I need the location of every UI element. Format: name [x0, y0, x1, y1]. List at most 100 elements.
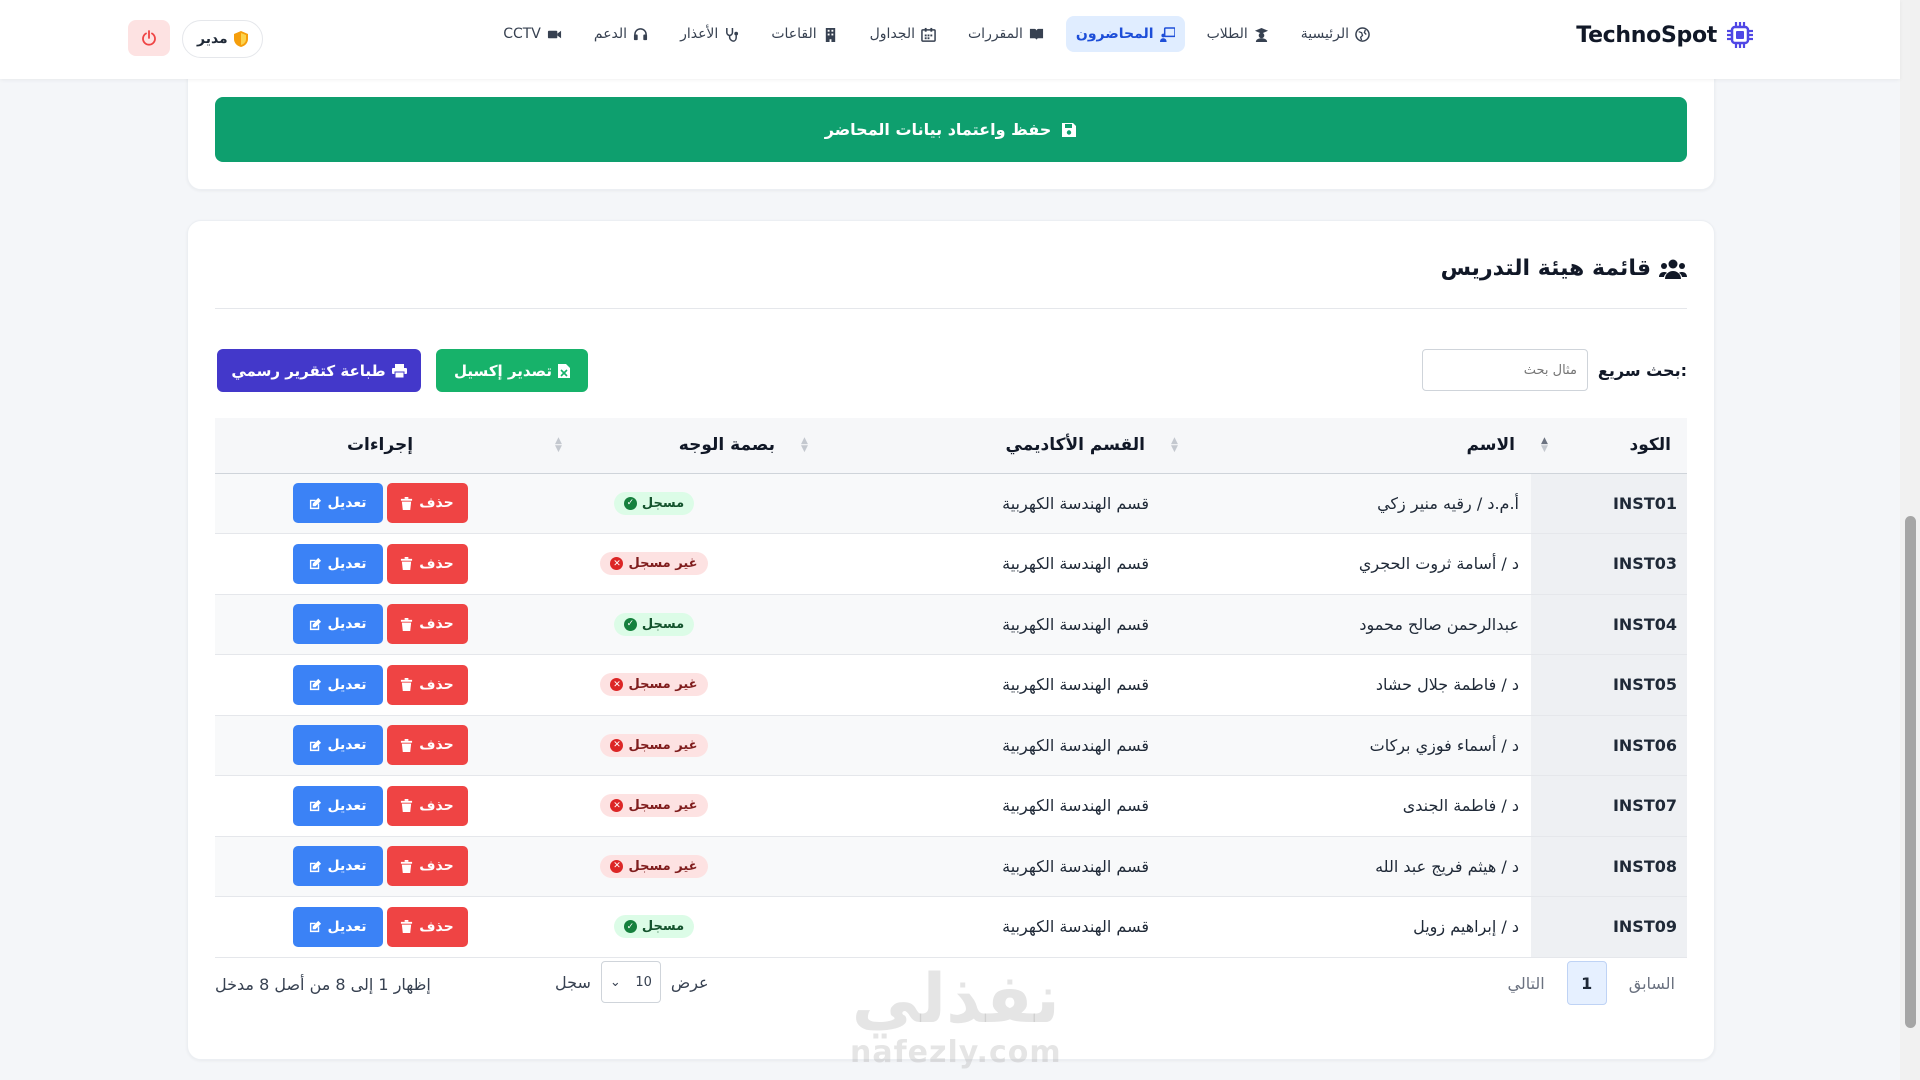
- delete-button[interactable]: حذف: [386, 725, 468, 766]
- face-status-label: مسجل: [641, 495, 685, 511]
- sort-icon: ▲ ▼: [555, 436, 562, 455]
- export-excel-button[interactable]: تصدير إكسيل: [436, 349, 588, 392]
- sort-icon: ▲ ▼: [801, 436, 808, 455]
- edit-icon: [309, 558, 321, 570]
- delete-button[interactable]: حذف: [386, 543, 468, 584]
- delete-label: حذف: [419, 918, 454, 935]
- edit-button[interactable]: تعديل: [292, 785, 383, 826]
- cell-code: INST07: [1531, 775, 1687, 837]
- edit-button[interactable]: تعديل: [292, 725, 383, 766]
- nav-lecturers-label: المحاضرون: [1075, 26, 1154, 42]
- export-excel-label: تصدير إكسيل: [454, 361, 552, 380]
- save-lecturer-button[interactable]: حفظ واعتماد بيانات المحاضر: [215, 97, 1687, 162]
- edit-button[interactable]: تعديل: [292, 664, 383, 705]
- cell-face: ✕ غير مسجل: [545, 836, 791, 897]
- edit-button[interactable]: تعديل: [292, 846, 383, 887]
- book-icon: [1029, 28, 1043, 40]
- nav-home-label: الرئيسية: [1300, 26, 1349, 42]
- faculty-table: الكود ▲ ▼ الاسم ▲ ▼ القسم الأكاديمي ▲ ▼ بصمة ا…: [215, 418, 1687, 958]
- delete-button[interactable]: حذف: [386, 846, 468, 887]
- x-circle-icon: ✕: [610, 859, 624, 873]
- pagination-prev[interactable]: السابق: [1617, 968, 1687, 999]
- cell-actions: تعديل حذف: [215, 594, 545, 655]
- edit-button[interactable]: تعديل: [292, 604, 383, 645]
- cell-name: د / فاطمة جلال حشاد: [1161, 654, 1531, 716]
- column-header-name[interactable]: الاسم ▲ ▼: [1161, 418, 1531, 474]
- cell-face: ✕ غير مسجل: [545, 533, 791, 595]
- sort-icon: ▲ ▼: [1171, 436, 1178, 455]
- delete-label: حذف: [419, 495, 454, 512]
- cell-actions: تعديل حذف: [215, 836, 545, 897]
- table-row: INST06 د / أسماء فوزي بركات قسم الهندسة ال…: [215, 715, 1687, 776]
- sort-icon: ▲ ▼: [1541, 436, 1548, 455]
- edit-button[interactable]: تعديل: [292, 483, 383, 524]
- face-status-label: مسجل: [641, 616, 685, 632]
- trash-icon: [401, 557, 413, 571]
- scrollbar-thumb[interactable]: [1905, 516, 1916, 1028]
- page-length-select[interactable]: 10 ⌄: [600, 961, 661, 1003]
- face-status-label: غير مسجل: [628, 556, 698, 572]
- user-menu[interactable]: مدير: [182, 20, 263, 58]
- video-camera-icon: [547, 30, 561, 38]
- x-circle-icon: ✕: [610, 738, 624, 752]
- cell-name: د / إبراهيم زويل: [1161, 896, 1531, 958]
- face-status-badge: ✕ غير مسجل: [600, 854, 708, 878]
- save-card: حفظ واعتماد بيانات المحاضر: [187, 60, 1715, 190]
- nav-schedules[interactable]: الجداول: [860, 16, 946, 52]
- delete-button[interactable]: حذف: [386, 483, 468, 524]
- divider: [215, 308, 1687, 309]
- pagination-next[interactable]: التالي: [1496, 968, 1557, 999]
- save-lecturer-label: حفظ واعتماد بيانات المحاضر: [824, 120, 1052, 139]
- cell-dept: قسم الهندسة الكهربية: [791, 836, 1161, 897]
- print-report-label: طباعة كتقرير رسمي: [231, 361, 386, 380]
- nav-lecturers[interactable]: المحاضرون: [1065, 16, 1185, 52]
- cell-code: INST04: [1531, 594, 1687, 655]
- page-length: عرض 10 ⌄ سجل: [555, 961, 709, 1003]
- file-excel-icon: [557, 363, 570, 378]
- page-scrollbar[interactable]: [1900, 0, 1920, 1080]
- nav-cctv[interactable]: CCTV: [493, 16, 572, 52]
- delete-button[interactable]: حذف: [386, 664, 468, 705]
- nav-students[interactable]: الطلاب: [1197, 16, 1279, 52]
- cell-name: د / أسامة ثروت الحجري: [1161, 533, 1531, 595]
- face-status-badge: ✓ مسجل: [613, 612, 695, 636]
- nav-home[interactable]: الرئيسية: [1291, 16, 1380, 52]
- column-header-face[interactable]: بصمة الوجه ▲ ▼: [545, 418, 791, 474]
- edit-icon: [309, 618, 321, 630]
- search-input[interactable]: [1421, 349, 1588, 391]
- face-status-label: غير مسجل: [628, 677, 698, 693]
- cell-dept: قسم الهندسة الكهربية: [791, 594, 1161, 655]
- table-row: INST08 د / هيثم فريج عبد الله قسم الهندسة …: [215, 836, 1687, 897]
- brand[interactable]: TechnoSpot: [1576, 20, 1755, 50]
- delete-button[interactable]: حذف: [386, 906, 468, 947]
- cell-actions: تعديل حذف: [215, 533, 545, 595]
- trash-icon: [401, 617, 413, 631]
- delete-button[interactable]: حذف: [386, 785, 468, 826]
- nav-excuses[interactable]: الأعذار: [670, 16, 749, 52]
- delete-button[interactable]: حذف: [386, 604, 468, 645]
- nav-halls[interactable]: القاعات: [761, 16, 847, 52]
- delete-label: حذف: [419, 555, 454, 572]
- cell-code: INST08: [1531, 836, 1687, 897]
- column-header-code[interactable]: الكود ▲ ▼: [1531, 418, 1687, 474]
- edit-label: تعديل: [327, 737, 367, 754]
- cell-code: INST05: [1531, 654, 1687, 716]
- length-records-label: سجل: [555, 972, 591, 992]
- search-label: بحث سريع:: [1597, 360, 1687, 380]
- column-header-dept[interactable]: القسم الأكاديمي ▲ ▼: [791, 418, 1161, 474]
- logout-button[interactable]: [128, 20, 170, 56]
- edit-icon: [309, 860, 321, 872]
- nav-halls-label: القاعات: [771, 26, 817, 42]
- nav-support[interactable]: الدعم: [584, 16, 658, 52]
- pagination-page-current[interactable]: 1: [1566, 961, 1607, 1005]
- print-report-button[interactable]: طباعة كتقرير رسمي: [217, 349, 421, 392]
- edit-button[interactable]: تعديل: [292, 906, 383, 947]
- page-length-value: 10: [635, 974, 652, 990]
- nav-courses[interactable]: المقررات: [958, 16, 1054, 52]
- trash-icon: [401, 799, 413, 813]
- cell-name: أ.م.د / رقيه منير زكي: [1161, 473, 1531, 534]
- edit-icon: [309, 800, 321, 812]
- edit-button[interactable]: تعديل: [292, 543, 383, 584]
- cell-code: INST01: [1531, 473, 1687, 534]
- x-circle-icon: ✕: [610, 678, 624, 692]
